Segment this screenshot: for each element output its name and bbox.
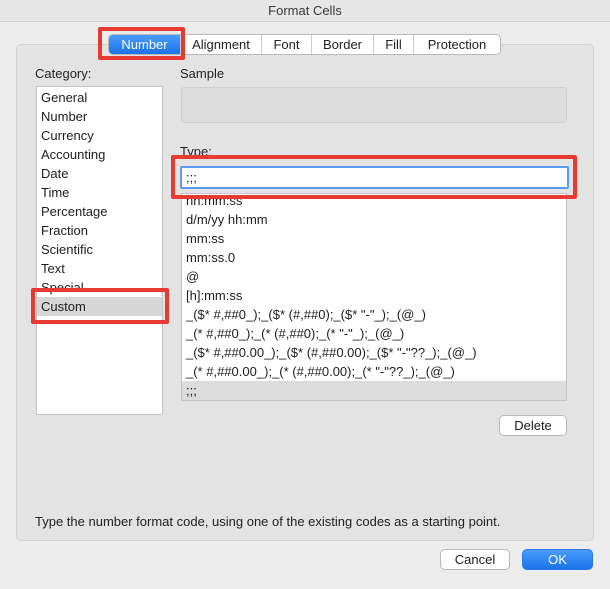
category-item-general[interactable]: General: [37, 88, 162, 107]
format-item[interactable]: [h]:mm:ss: [182, 286, 566, 305]
category-item-date[interactable]: Date: [37, 164, 162, 183]
format-item[interactable]: _($* #,##0.00_);_($* (#,##0.00);_($* "-"…: [182, 343, 566, 362]
format-item[interactable]: mm:ss.0: [182, 248, 566, 267]
category-item-number[interactable]: Number: [37, 107, 162, 126]
ok-button[interactable]: OK: [522, 549, 593, 570]
tab-protection[interactable]: Protection: [414, 35, 500, 54]
format-item[interactable]: _($* #,##0_);_($* (#,##0);_($* "-"_);_(@…: [182, 305, 566, 324]
category-item-fraction[interactable]: Fraction: [37, 221, 162, 240]
type-input[interactable]: [180, 166, 569, 189]
category-label: Category:: [35, 66, 92, 81]
format-item[interactable]: hh:mm:ss: [182, 194, 566, 210]
tab-bar: Number Alignment Font Border Fill Protec…: [108, 34, 501, 55]
format-item[interactable]: mm:ss: [182, 229, 566, 248]
format-item[interactable]: @: [182, 267, 566, 286]
delete-button[interactable]: Delete: [499, 415, 567, 436]
format-item[interactable]: _(* #,##0.00_);_(* (#,##0.00);_(* "-"??_…: [182, 362, 566, 381]
tab-fill[interactable]: Fill: [374, 35, 414, 54]
format-item[interactable]: _(* #,##0_);_(* (#,##0);_(* "-"_);_(@_): [182, 324, 566, 343]
sample-preview: [181, 87, 567, 123]
format-item[interactable]: d/m/yy hh:mm: [182, 210, 566, 229]
category-item-percentage[interactable]: Percentage: [37, 202, 162, 221]
category-item-custom[interactable]: Custom: [37, 297, 162, 316]
cancel-button[interactable]: Cancel: [440, 549, 510, 570]
format-code-list[interactable]: hh:mm:ss d/m/yy hh:mm mm:ss mm:ss.0 @ [h…: [181, 193, 567, 401]
tab-alignment[interactable]: Alignment: [181, 35, 262, 54]
type-label: Type:: [180, 144, 212, 159]
category-item-time[interactable]: Time: [37, 183, 162, 202]
category-item-text[interactable]: Text: [37, 259, 162, 278]
format-item-selected[interactable]: ;;;: [182, 381, 566, 400]
category-item-special[interactable]: Special: [37, 278, 162, 297]
tab-number[interactable]: Number: [109, 35, 181, 54]
category-item-accounting[interactable]: Accounting: [37, 145, 162, 164]
category-item-currency[interactable]: Currency: [37, 126, 162, 145]
window-title: Format Cells: [0, 0, 610, 22]
hint-text: Type the number format code, using one o…: [35, 514, 501, 529]
category-list[interactable]: General Number Currency Accounting Date …: [36, 86, 163, 415]
tab-border[interactable]: Border: [312, 35, 374, 54]
category-item-scientific[interactable]: Scientific: [37, 240, 162, 259]
tab-font[interactable]: Font: [262, 35, 312, 54]
sample-label: Sample: [180, 66, 225, 81]
